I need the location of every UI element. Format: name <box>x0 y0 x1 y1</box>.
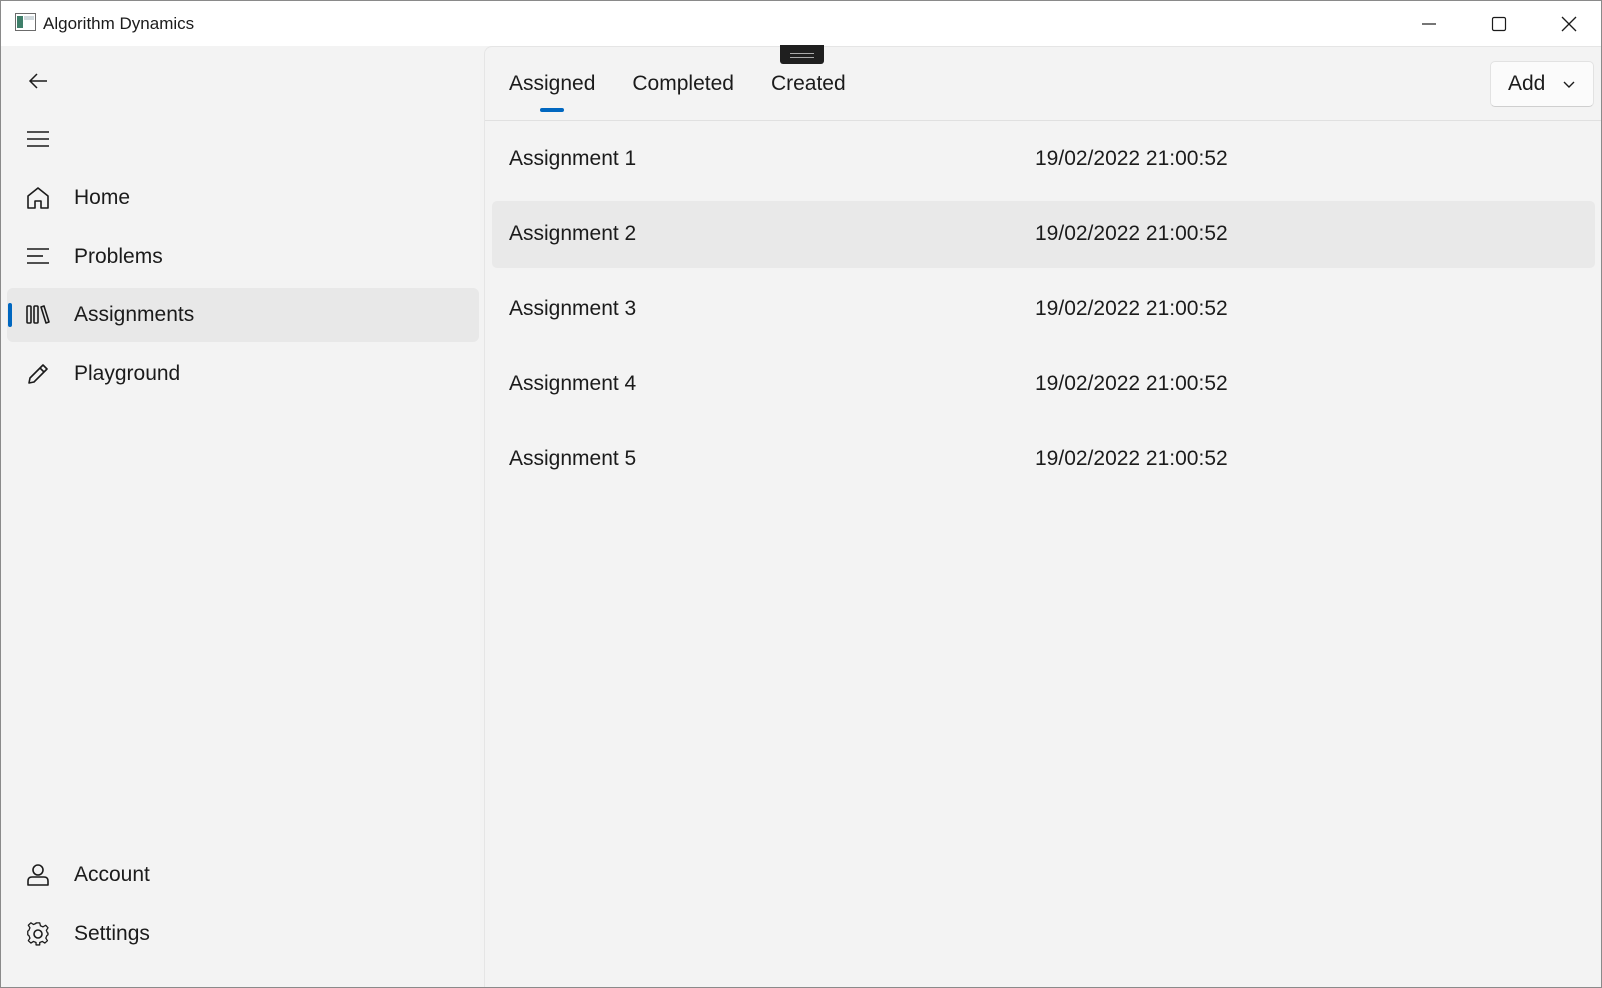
tab-bar: Assigned Completed Created <box>509 71 883 112</box>
assignment-name: Assignment 1 <box>509 147 637 170</box>
window-title: Algorithm Dynamics <box>43 14 195 33</box>
nav-item-label: Assignments <box>74 303 195 326</box>
assignment-date: 19/02/2022 21:00:52 <box>1035 222 1228 245</box>
tab-completed[interactable]: Completed <box>632 71 734 111</box>
assignment-name: Assignment 3 <box>509 297 637 320</box>
minimize-icon <box>1422 22 1436 25</box>
hamburger-menu-button[interactable] <box>7 117 69 161</box>
library-icon <box>26 305 50 324</box>
gear-icon <box>27 922 49 946</box>
maximize-icon <box>1491 16 1507 31</box>
chevron-down-icon <box>1563 81 1575 88</box>
nav-item-assignments[interactable]: Assignments <box>7 288 479 342</box>
list-item[interactable]: Assignment 3 19/02/2022 21:00:52 <box>492 276 1595 343</box>
tab-assigned[interactable]: Assigned <box>509 71 596 112</box>
tab-label: Assigned <box>509 72 596 95</box>
maximize-button[interactable] <box>1464 1 1534 46</box>
selection-indicator <box>8 303 12 327</box>
back-arrow-icon <box>28 73 47 89</box>
title-bar: Algorithm Dynamics <box>1 1 1601 46</box>
assignment-name: Assignment 2 <box>509 222 637 245</box>
nav-item-label: Settings <box>74 922 150 945</box>
navigation-pane: Home Problems Assignments Playground Acc… <box>1 46 484 987</box>
drag-handle[interactable] <box>780 45 824 64</box>
app-window: Algorithm Dynamics Home Problems Assignm… <box>0 0 1602 988</box>
nav-item-playground[interactable]: Playground <box>7 347 479 401</box>
add-button-label: Add <box>1508 72 1546 95</box>
tab-label: Created <box>770 72 846 95</box>
back-button[interactable] <box>7 59 69 103</box>
close-button[interactable] <box>1534 1 1601 46</box>
assignment-list: Assignment 1 19/02/2022 21:00:52 Assignm… <box>492 126 1595 501</box>
nav-item-label: Problems <box>74 245 163 268</box>
tab-created[interactable]: Created <box>771 71 846 111</box>
list-item[interactable]: Assignment 2 19/02/2022 21:00:52 <box>492 201 1595 268</box>
assignment-date: 19/02/2022 21:00:52 <box>1035 447 1228 470</box>
list-icon <box>27 248 49 264</box>
tabs-divider <box>485 120 1601 121</box>
nav-item-home[interactable]: Home <box>7 171 479 225</box>
nav-item-label: Home <box>74 186 131 209</box>
app-icon <box>15 13 36 31</box>
assignment-name: Assignment 4 <box>509 372 637 395</box>
add-button[interactable]: Add <box>1490 61 1594 107</box>
nav-item-account[interactable]: Account <box>7 848 479 902</box>
nav-item-label: Playground <box>74 362 181 385</box>
list-item[interactable]: Assignment 4 19/02/2022 21:00:52 <box>492 351 1595 418</box>
list-item[interactable]: Assignment 5 19/02/2022 21:00:52 <box>492 426 1595 493</box>
assignment-date: 19/02/2022 21:00:52 <box>1035 297 1228 320</box>
hamburger-icon <box>27 131 49 147</box>
nav-item-settings[interactable]: Settings <box>7 907 479 961</box>
close-icon <box>1561 16 1577 31</box>
assignment-date: 19/02/2022 21:00:52 <box>1035 147 1228 170</box>
home-icon <box>27 187 49 209</box>
person-icon <box>27 864 49 886</box>
content-area: Assigned Completed Created Add Assignmen… <box>484 45 1601 987</box>
tab-selection-indicator <box>540 108 565 112</box>
assignment-date: 19/02/2022 21:00:52 <box>1035 372 1228 395</box>
nav-item-label: Account <box>74 863 150 886</box>
list-item[interactable]: Assignment 1 19/02/2022 21:00:52 <box>492 126 1595 193</box>
nav-item-problems[interactable]: Problems <box>7 230 479 284</box>
tab-label: Completed <box>632 72 734 95</box>
assignment-name: Assignment 5 <box>509 447 637 470</box>
minimize-button[interactable] <box>1394 1 1464 46</box>
pencil-icon <box>28 364 48 384</box>
